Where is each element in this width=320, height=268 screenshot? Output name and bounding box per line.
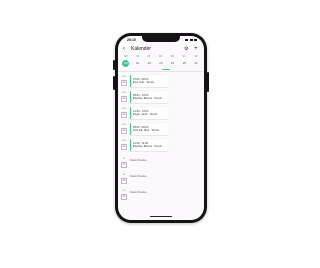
week-indicator [162, 69, 170, 71]
no-appointments-label: Keine Termine [130, 159, 147, 162]
page-title: Kalender [131, 46, 152, 52]
agenda-row-empty: DO 23 Keine Termine [121, 189, 201, 203]
appointment-name: Böttcher, Bianca - Termin [133, 145, 162, 148]
status-bar: 20:10 [118, 37, 204, 44]
date-cell[interactable]: 21 [134, 60, 141, 67]
date-cell[interactable]: 26 [193, 60, 200, 67]
appointment-card[interactable]: 08:00 - 10:00 Böttcher, Bianca - Termin [130, 91, 169, 103]
agenda-row-empty: MI 22 Keine Termine [121, 173, 201, 187]
day-marker-date: 22 [121, 177, 127, 184]
day-marker-date: 21 [121, 161, 127, 168]
agenda-row: MO 20 08:00 - 10:00 Böttcher, Bianca - T… [121, 91, 201, 105]
appointment-name: Eins, Karl - Termin [133, 81, 155, 84]
day-marker-date: 20 [121, 79, 127, 86]
app-bar: ‹ Kalender ⚙ + [118, 44, 204, 54]
back-arrow-icon[interactable]: ‹ [123, 45, 125, 53]
day-marker: MO 20 [121, 108, 127, 120]
agenda-row-empty: DI 21 Keine Termine [121, 157, 201, 171]
day-marker-weekday: MI [122, 174, 126, 176]
add-icon[interactable]: + [194, 45, 198, 53]
agenda-row: MO 20 10:00 - 11:00 Böttcher, Bianca - T… [121, 139, 201, 153]
appointment-card[interactable]: 12:00 - 14:00 Reger, Janis - Termin [130, 107, 169, 119]
day-marker-date: 20 [121, 143, 127, 150]
appointment-name: Reger, Janis - Termin [133, 113, 158, 116]
wifi-icon [189, 38, 193, 41]
day-marker-weekday: MO [122, 140, 126, 142]
date-cell[interactable]: 24 [169, 60, 176, 67]
day-marker: DI 21 [121, 158, 127, 170]
day-marker-date: 20 [121, 95, 127, 102]
day-marker-weekday: MO [122, 92, 126, 94]
day-marker-weekday: MO [122, 108, 126, 110]
day-marker: MO 20 [121, 92, 127, 104]
divider [118, 71, 204, 72]
appointment-name: Böttcher, Bianca - Termin [133, 97, 162, 100]
appointment-name: Schmidt, Nina - Termin [133, 129, 160, 132]
signal-icon [185, 38, 188, 41]
gear-icon[interactable]: ⚙ [184, 45, 188, 53]
appointment-card[interactable]: 10:00 - 11:00 Böttcher, Bianca - Termin [130, 139, 169, 151]
day-marker-date: 23 [121, 193, 127, 200]
day-marker: MI 22 [121, 174, 127, 186]
date-cell-selected[interactable]: 20 [122, 59, 130, 67]
phone-screen: 20:10 ‹ Kalender ⚙ + MO DI MI DO FR SA S… [118, 36, 204, 220]
agenda-row: MO 20 12:00 - 14:00 Reger, Janis - Termi… [121, 107, 201, 121]
power-button [207, 72, 209, 92]
day-marker: MO 20 [121, 124, 127, 136]
no-appointments-label: Keine Termine [130, 191, 147, 194]
day-marker: DO 23 [121, 190, 127, 202]
day-marker-weekday: MO [122, 124, 126, 126]
day-marker-weekday: MO [122, 76, 126, 78]
appointment-card[interactable]: 08:00 - 09:00 Schmidt, Nina - Termin [130, 123, 169, 135]
day-marker-weekday: DO [122, 190, 126, 192]
date-cell[interactable]: 23 [157, 60, 164, 67]
date-cell[interactable]: 25 [181, 60, 188, 67]
day-marker-weekday: DI [122, 158, 126, 160]
week-date-strip: 20 21 22 23 24 25 26 [120, 59, 202, 67]
day-marker-date: 20 [121, 111, 127, 118]
day-marker: MO 20 [121, 140, 127, 152]
agenda-row: MO 20 07:00 - 08:00 Eins, Karl - Termin [121, 75, 201, 89]
day-marker-date: 20 [121, 127, 127, 134]
appointment-card[interactable]: 07:00 - 08:00 Eins, Karl - Termin [130, 75, 169, 87]
status-time: 20:10 [127, 38, 136, 42]
status-icons [185, 38, 197, 41]
no-appointments-label: Keine Termine [130, 175, 147, 178]
phone-frame: 20:10 ‹ Kalender ⚙ + MO DI MI DO FR SA S… [115, 33, 207, 223]
home-indicator[interactable] [150, 216, 172, 217]
date-cell[interactable]: 22 [146, 60, 153, 67]
battery-icon [194, 38, 197, 41]
agenda-row: MO 20 08:00 - 09:00 Schmidt, Nina - Term… [121, 123, 201, 137]
day-marker: MO 20 [121, 76, 127, 88]
